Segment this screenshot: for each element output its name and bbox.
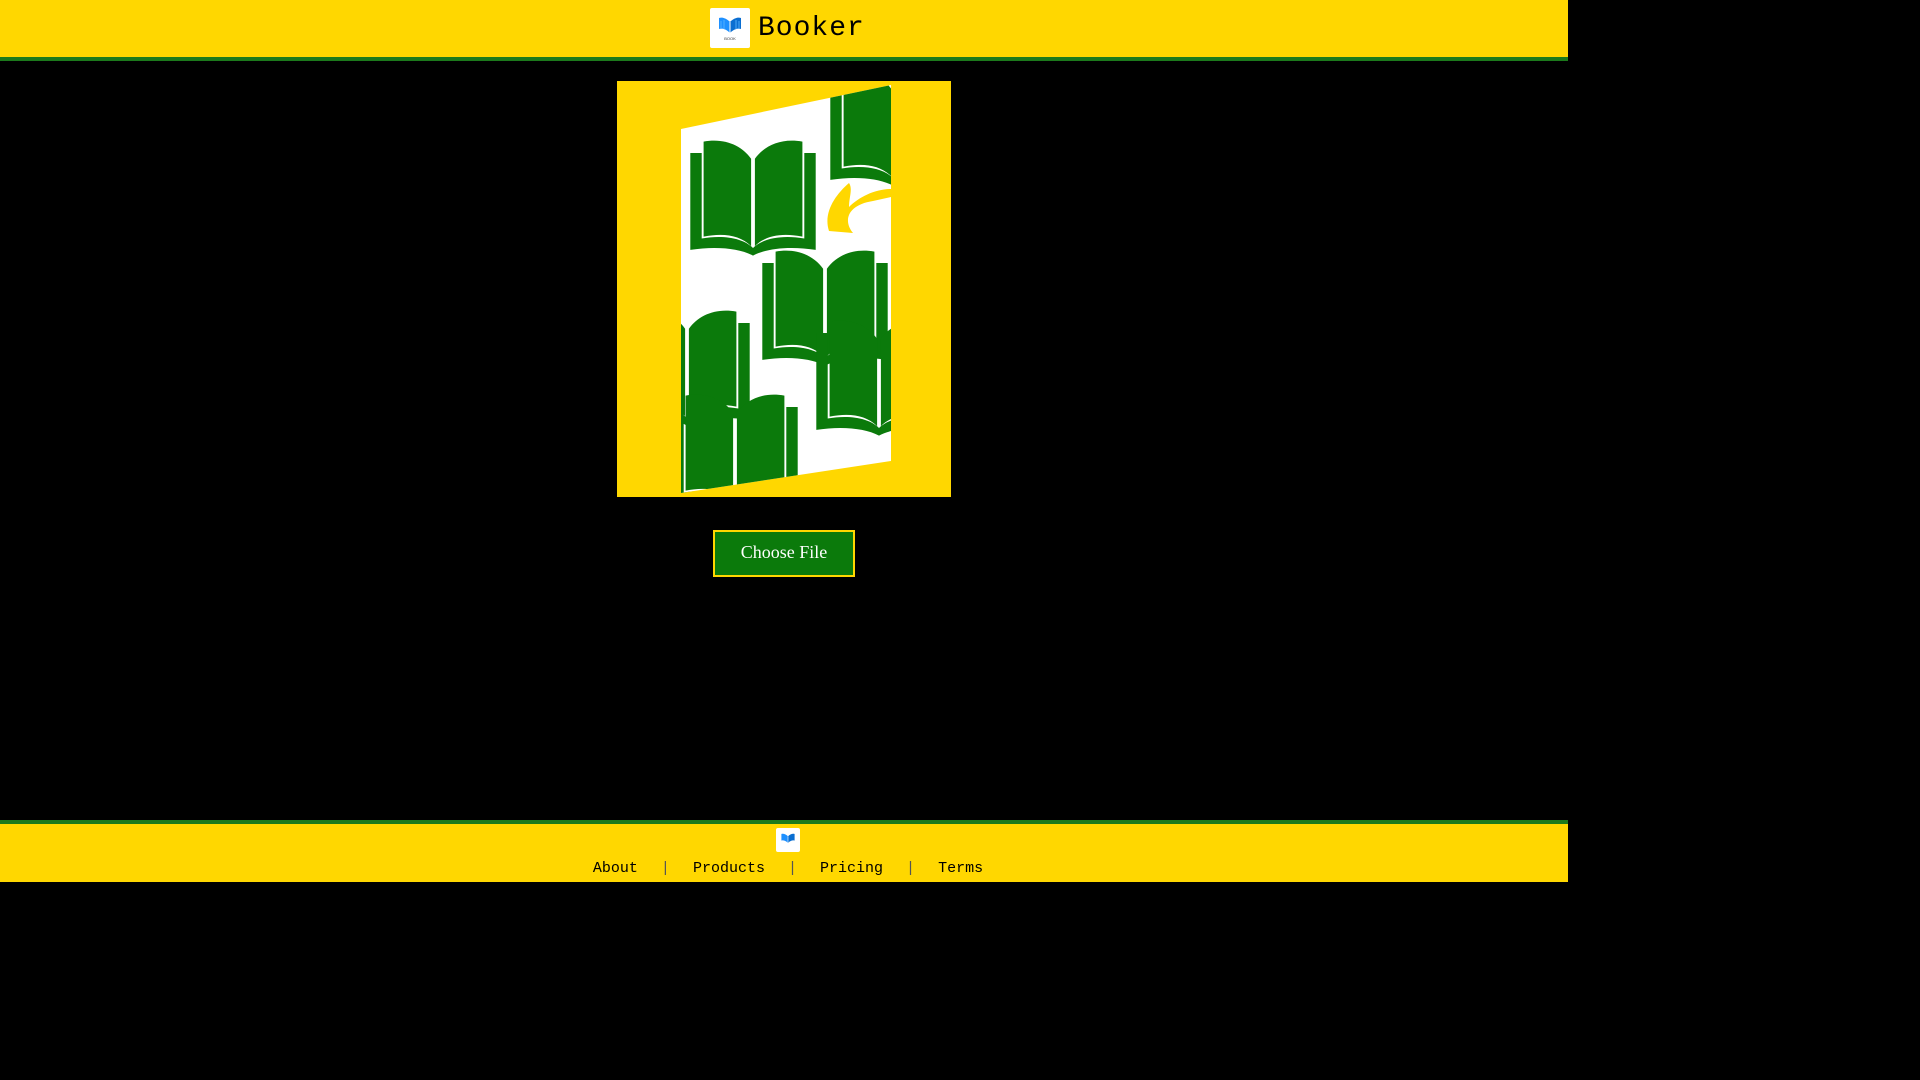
open-books-pattern-image	[617, 81, 951, 497]
svg-text:BOOK: BOOK	[724, 36, 736, 41]
footer-link-about[interactable]: About	[593, 860, 638, 877]
footer-separator: |	[660, 860, 670, 877]
footer-separator: |	[787, 860, 797, 877]
brand-name: Booker	[758, 12, 865, 44]
footer-link-pricing[interactable]: Pricing	[820, 860, 883, 877]
footer-separator: |	[906, 860, 916, 877]
choose-file-button[interactable]: Choose File	[713, 530, 855, 577]
footer-nav: About | Products | Pricing | Terms	[0, 860, 1576, 877]
footer-link-products[interactable]: Products	[693, 860, 765, 877]
book-logo-icon[interactable]: BOOK	[710, 8, 750, 48]
header-brand[interactable]: BOOK Booker	[710, 8, 865, 48]
cover-image	[617, 81, 951, 497]
footer-link-terms[interactable]: Terms	[938, 860, 983, 877]
site-header: BOOK Booker	[0, 0, 1568, 61]
book-logo-icon[interactable]	[776, 828, 800, 852]
site-footer: About | Products | Pricing | Terms	[0, 820, 1568, 882]
